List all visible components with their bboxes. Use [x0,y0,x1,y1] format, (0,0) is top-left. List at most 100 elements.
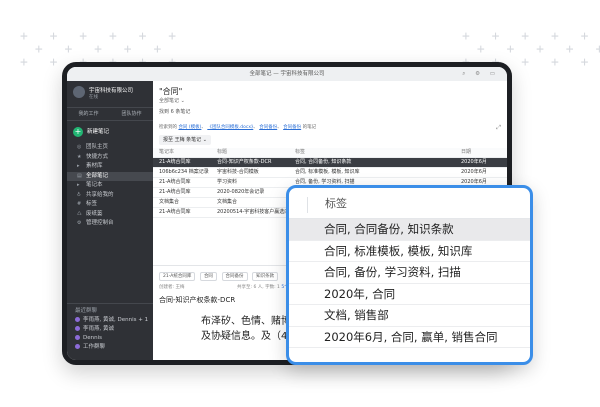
cell-notebook: 106b6c234 档案记录 [159,169,209,175]
tag-column-header[interactable]: 标签 [289,188,530,219]
sidebar-item-icon: # [77,201,82,207]
filter-link[interactable]: 合同备份 [283,125,301,130]
filter-summary: 检索到的 合同 (模板)、 《团队合同模板.docx》、 合同备份、 合同备份 … [159,125,317,130]
toolbar-icons[interactable]: ⌕ ⚙ ▭ [462,67,499,81]
cell-notebook: 21-A统合同库 [159,159,191,165]
tag-row[interactable]: 合同, 合同备份, 知识条款 [289,219,530,241]
sidebar-item[interactable]: ▸ 素材库 [67,162,153,172]
recent-chats: 最近群聊 李雨燕, 黄诚, Dennis + 1 李雨燕, 黄诚 Dennis 工作群… [67,303,153,352]
table-row[interactable]: 106b6c234 档案记录 宇宙科技-合同模板 合同, 标准模板, 模板, 知识库… [153,168,507,178]
chat-avatar [75,326,80,331]
sidebar-item[interactable]: ▸ 笔记本 [67,181,153,191]
avatar [73,86,85,98]
sidebar-nav: ◎ 团队主页 ★ 快捷方式 ▸ 素材库 ▤ 全部笔记 ▸ 笔记本 ♁ 共享给我的 # 标签 ♺ 废纸篓 ⚙ 管理控… [67,143,153,229]
sidebar-item-icon: ▸ [77,163,80,169]
notebook-chip[interactable]: 21-A统合同库 [159,272,196,281]
sidebar-item[interactable]: ♁ 共享给我的 [67,191,153,201]
recent-chat-item[interactable]: 李雨燕, 黄诚 [67,325,153,334]
cell-notebook: 21-A统合同库 [159,209,191,215]
expand-icon[interactable]: ⤢ [496,124,501,132]
table-row[interactable]: 21-A统合同库 合同-知识产权条款-DCR 合同, 合同备份, 知识条款 2020年… [153,158,507,168]
col-date[interactable]: 日期 [461,148,507,157]
sidebar-item-label: 快捷方式 [86,153,109,160]
window-titlebar: 全部笔记 — 宇宙科技有限公司 ⌕ ⚙ ▭ [67,67,507,82]
recent-chat-label: 李雨燕, 黄诚 [83,326,114,332]
cell-title: 文档集合 [217,199,238,205]
tag-bar: 21-A统合同库 合同 合同备份 知识条款 [159,272,281,281]
cell-title: 合同-知识产权条款-DCR [217,159,272,165]
col-notebook[interactable]: 笔记本 [153,148,217,157]
sidebar-item[interactable]: ▤ 全部笔记 [67,171,153,181]
sidebar-item-icon: ⚙ [77,220,82,226]
sidebar-item-icon: ★ [77,153,82,160]
sidebar-item[interactable]: ♺ 废纸篓 [67,210,153,220]
filter-link[interactable]: 《团队合同模板.docx》 [207,125,253,130]
recent-chat-item[interactable]: 工作群聊 [67,343,153,352]
recent-chat-label: 李雨燕, 黄诚, Dennis + 1 [83,317,149,323]
sidebar-item-label: 团队主页 [86,144,109,150]
window-title: 全部笔记 — 宇宙科技有限公司 [249,71,325,77]
tag-chip[interactable]: 知识条款 [252,272,279,281]
sidebar-item-label: 全部笔记 [86,172,109,179]
chat-avatar [75,335,80,340]
sidebar-item[interactable]: ⚙ 管理控制台 [67,219,153,229]
cell-title: 宇宙科技-合同模板 [217,169,259,175]
cell-title: 学习资料 [217,179,238,185]
tag-chip[interactable]: 合同备份 [221,272,248,281]
sidebar-item[interactable]: ★ 快捷方式 [67,153,153,163]
tag-row[interactable]: 文档, 销售部 [289,305,530,327]
sidebar-tabs: 我的工作 团队协作 [67,107,153,121]
recent-chat-label: Dennis [83,335,102,341]
note-title[interactable]: 合同-知识产权条款-DCR [159,295,235,305]
note-author: 创建者: 王梅 [159,285,185,290]
column-divider [307,197,308,213]
new-note-button[interactable]: + 新建笔记 [73,126,147,138]
sidebar-item[interactable]: ◎ 团队主页 [67,143,153,153]
recent-chat-item[interactable]: Dennis [67,334,153,343]
filter-link[interactable]: 合同备份 [259,125,277,130]
sidebar-item-icon: ◎ [77,144,82,150]
owner-filter[interactable]: 报至 王梅 条笔记 ⌄ [159,135,211,145]
table-header: 笔记本 标题 标签 日期 [153,148,507,158]
sidebar-item-label: 共享给我的 [86,191,114,198]
filter-suffix: 的笔记 [302,125,317,130]
chat-avatar [75,317,80,322]
cell-date: 2020年6月 [461,159,487,165]
cell-date: 2020年6月 [461,169,487,175]
search-title: "合同" [159,87,183,96]
col-title[interactable]: 标题 [217,148,295,157]
tag-row[interactable]: 2020年, 合同 [289,284,530,305]
account-switcher[interactable]: 宇宙科技有限公司 在线 [67,81,153,107]
result-count: 找到 6 条笔记 [159,109,191,115]
cell-notebook: 21-A统合同库 [159,179,191,185]
sidebar-item-label: 废纸篓 [86,210,103,217]
tag-row[interactable]: 合同, 备份, 学习资料, 扫描 [289,262,530,284]
chat-avatar [75,344,80,349]
sidebar: 宇宙科技有限公司 在线 我的工作 团队协作 + 新建笔记 ◎ 团队主页 ★ 快捷方式 ▸… [67,81,153,360]
sidebar-item-label: 笔记本 [86,182,103,188]
tag-header-label: 标签 [325,197,347,210]
recent-chat-item[interactable]: 李雨燕, 黄诚, Dennis + 1 [67,316,153,325]
cell-tags: 合同, 合同备份, 知识条款 [295,159,352,165]
scope-dropdown[interactable]: 全部笔记 ⌄ [159,97,185,104]
share-text: 共享至: 6 人, 字数: 1 [237,285,280,290]
tab-team[interactable]: 团队协作 [110,108,153,120]
col-tags[interactable]: 标签 [295,148,379,157]
sidebar-item-icon: ▸ [77,182,80,188]
sidebar-item-label: 管理控制台 [86,220,114,226]
sidebar-item-icon: ♁ [77,191,81,198]
recent-chat-label: 工作群聊 [83,344,106,350]
sidebar-item[interactable]: # 标签 [67,200,153,210]
cell-notebook: 文档集合 [159,199,180,205]
sidebar-item-icon: ▤ [77,172,82,179]
tag-row[interactable]: 合同, 标准模板, 模板, 知识库 [289,241,530,262]
sidebar-item-label: 素材库 [86,163,103,169]
tag-chip[interactable]: 合同 [199,272,217,281]
filter-link[interactable]: 合同 (模板) [178,125,201,130]
tab-my-work[interactable]: 我的工作 [67,108,110,120]
tag-row[interactable]: 2020年6月, 合同, 赢单, 销售合同 [289,327,530,348]
cell-title: 20200514-宇宙科技客户赢选内容 [217,209,295,215]
org-name: 宇宙科技有限公司 [89,88,134,94]
sidebar-item-label: 标签 [86,201,98,207]
plus-icon: + [73,127,83,137]
